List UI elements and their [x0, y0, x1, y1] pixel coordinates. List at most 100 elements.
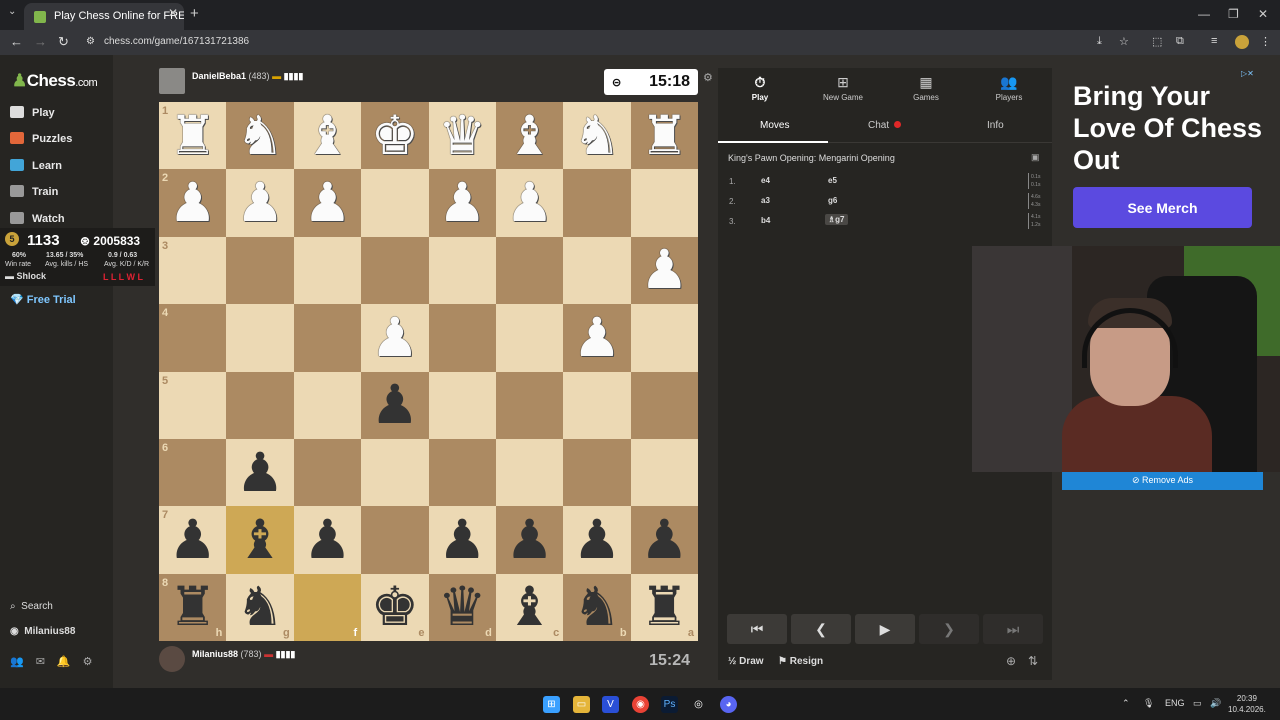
white-knight-icon[interactable]: ♞: [236, 108, 284, 163]
back-icon[interactable]: ←: [10, 34, 23, 49]
black-pawn-icon[interactable]: ♟: [236, 445, 284, 500]
board-square[interactable]: ♟: [293, 506, 362, 574]
black-move[interactable]: e5: [828, 176, 837, 185]
board-square[interactable]: ♟: [563, 304, 631, 372]
discord-icon[interactable]: ◕: [720, 696, 737, 713]
white-pawn-icon[interactable]: ♟: [438, 176, 486, 230]
board-square[interactable]: [428, 438, 496, 507]
board-square[interactable]: 2 ♟: [159, 169, 227, 237]
white-bishop-icon[interactable]: ♝: [505, 108, 553, 163]
sidebar-item-play[interactable]: Play: [10, 106, 55, 119]
board-square[interactable]: 7 ♟: [159, 506, 227, 574]
board-square[interactable]: ♜: [630, 102, 698, 170]
tab-games[interactable]: ▦ Games: [886, 74, 966, 102]
forward-icon[interactable]: →: [34, 34, 47, 49]
black-pawn-icon[interactable]: ♟: [303, 512, 351, 567]
board-square[interactable]: b ♞: [563, 573, 631, 641]
black-rook-icon[interactable]: ♜: [168, 580, 216, 634]
sidebar-item-free-trial[interactable]: 💎 Free Trial: [10, 293, 76, 306]
bookmark-star-icon[interactable]: ☆: [1119, 35, 1129, 48]
flip-board-icon[interactable]: ⇅: [1028, 654, 1038, 668]
board-square[interactable]: [630, 371, 698, 439]
opening-name[interactable]: King's Pawn Opening: Mengarini Opening: [728, 153, 895, 163]
board-square[interactable]: ♟: [495, 506, 564, 574]
extension-icon[interactable]: ⬚: [1152, 35, 1162, 48]
tab-search-icon[interactable]: ⌄: [8, 6, 16, 17]
board-square[interactable]: g ♞: [226, 573, 294, 641]
board-square[interactable]: [630, 169, 698, 237]
reload-icon[interactable]: ↻: [58, 34, 69, 50]
black-knight-icon[interactable]: ♞: [573, 580, 621, 634]
white-pawn-icon[interactable]: ♟: [640, 243, 688, 297]
white-move[interactable]: a3: [761, 196, 770, 205]
black-rook-icon[interactable]: ♜: [640, 580, 688, 634]
network-icon[interactable]: ▭: [1193, 698, 1202, 709]
board-square[interactable]: 3: [159, 236, 227, 305]
black-bishop-icon[interactable]: ♝: [236, 512, 284, 567]
board-square[interactable]: [361, 236, 429, 305]
board-square[interactable]: ♟: [630, 506, 698, 574]
board-square[interactable]: ♟: [428, 506, 496, 574]
sidebar-user[interactable]: ◉ Milanius88: [10, 626, 75, 637]
menu-icon[interactable]: ⋮: [1260, 35, 1271, 48]
white-king-icon[interactable]: ♚: [371, 108, 419, 163]
white-move[interactable]: b4: [761, 216, 770, 225]
board-square[interactable]: [428, 371, 496, 439]
board-square[interactable]: [361, 169, 429, 237]
board-square[interactable]: [630, 304, 698, 372]
board-square[interactable]: ♝: [495, 102, 564, 170]
board-square[interactable]: e ♚: [361, 573, 429, 641]
white-pawn-icon[interactable]: ♟: [573, 310, 621, 365]
board-square[interactable]: [361, 506, 429, 574]
previous-move-button[interactable]: ❮: [791, 614, 851, 644]
board-square[interactable]: [428, 236, 496, 305]
board-square[interactable]: [495, 438, 564, 507]
board-square[interactable]: ♝: [226, 506, 294, 574]
sidebar-item-learn[interactable]: Learn: [10, 159, 62, 172]
board-square[interactable]: [293, 371, 362, 439]
profile-avatar-icon[interactable]: [1235, 35, 1249, 49]
black-pawn-icon[interactable]: ♟: [438, 512, 486, 567]
ad-choices-icon[interactable]: ▷✕: [1241, 69, 1254, 78]
board-square[interactable]: c ♝: [495, 573, 564, 641]
board-square[interactable]: ♞: [226, 102, 294, 170]
board-square[interactable]: [293, 236, 362, 305]
board-square[interactable]: [226, 304, 294, 372]
top-player-name[interactable]: DanielBeba1 (483) ▬ ▮▮▮▮: [192, 71, 303, 82]
white-knight-icon[interactable]: ♞: [573, 108, 621, 163]
white-bishop-icon[interactable]: ♝: [303, 108, 351, 163]
white-pawn-icon[interactable]: ♟: [371, 310, 419, 365]
board-square[interactable]: ♟: [428, 169, 496, 237]
url-field[interactable]: chess.com/game/167131721386: [104, 36, 249, 47]
remove-ads-button[interactable]: ⊘ Remove Ads: [1062, 472, 1263, 490]
black-pawn-icon[interactable]: ♟: [573, 512, 621, 567]
board-square[interactable]: ♛: [428, 102, 496, 170]
friends-icon[interactable]: 👥: [10, 656, 36, 668]
white-pawn-icon[interactable]: ♟: [168, 176, 216, 230]
board-square[interactable]: [495, 304, 564, 372]
play-moves-button[interactable]: ▶: [855, 614, 915, 644]
vegas-icon[interactable]: V: [602, 696, 619, 713]
language-indicator[interactable]: ENG: [1165, 698, 1185, 708]
notifications-icon[interactable]: 🔔: [57, 656, 83, 668]
black-queen-icon[interactable]: ♛: [438, 580, 486, 634]
black-king-icon[interactable]: ♚: [371, 580, 419, 634]
board-square[interactable]: ♟: [226, 438, 294, 507]
board-square[interactable]: ♟: [361, 371, 429, 439]
settings-icon[interactable]: ⚙: [83, 656, 105, 668]
tab-players[interactable]: 👥 Players: [969, 74, 1049, 102]
new-tab-icon[interactable]: +: [190, 5, 199, 22]
board-square[interactable]: 5: [159, 371, 227, 439]
board-square[interactable]: 8 h ♜: [159, 573, 227, 641]
board-square[interactable]: [563, 236, 631, 305]
board-square[interactable]: ♟: [293, 169, 362, 237]
board-square[interactable]: ♞: [563, 102, 631, 170]
last-move-button[interactable]: ⏭: [983, 614, 1043, 644]
photoshop-icon[interactable]: Ps: [661, 696, 678, 713]
board-square[interactable]: ♟: [630, 236, 698, 305]
media-icon[interactable]: ≡: [1211, 35, 1217, 47]
tab-close-icon[interactable]: ✕: [168, 6, 178, 20]
ad-headline[interactable]: Bring Your Love Of Chess Out: [1073, 80, 1263, 176]
restore-icon[interactable]: ❐: [1228, 7, 1239, 21]
board-square[interactable]: [361, 438, 429, 507]
